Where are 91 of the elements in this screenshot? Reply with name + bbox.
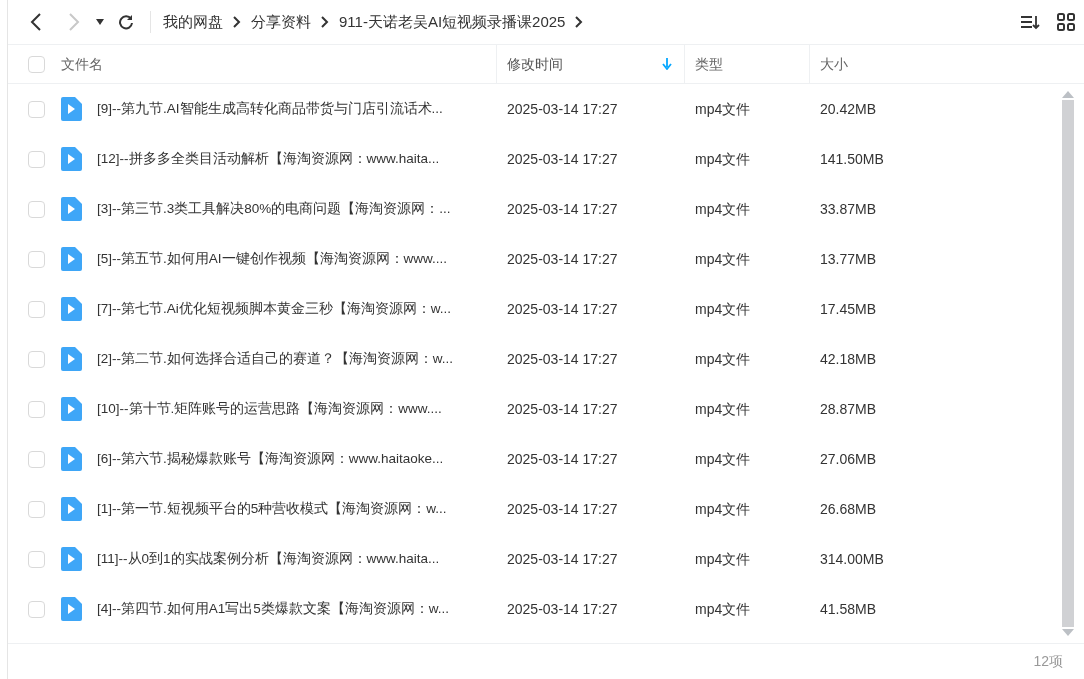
breadcrumb-link[interactable]: 911-天诺老吴AI短视频录播课2025	[339, 10, 566, 34]
column-label: 文件名	[61, 54, 103, 74]
modified-time: 2025-03-14 17:27	[507, 250, 618, 267]
column-label: 类型	[695, 54, 723, 74]
file-name[interactable]: [5]--第五节.如何用AI一键创作视频【海淘资源网：www....	[97, 248, 447, 270]
file-size: 141.50MB	[820, 150, 884, 167]
file-type: mp4文件	[695, 150, 751, 167]
scroll-down-arrow-icon[interactable]	[1062, 629, 1074, 637]
breadcrumb-link[interactable]: 分享资料	[251, 10, 311, 34]
sort-arrow-icon[interactable]	[662, 58, 672, 70]
file-size: 17.45MB	[820, 300, 877, 317]
file-type: mp4文件	[695, 250, 751, 267]
column-header[interactable]: 类型	[695, 52, 797, 76]
file-name[interactable]: [10]--第十节.矩阵账号的运营思路【海淘资源网：www....	[97, 398, 442, 420]
file-name[interactable]: [12]--拼多多全类目活动解析【海淘资源网：www.haita...	[97, 148, 440, 170]
modified-time: 2025-03-14 17:27	[507, 100, 618, 117]
column-header[interactable]: 大小	[820, 52, 910, 76]
chevron-right-icon[interactable]	[68, 12, 80, 32]
file-type: mp4文件	[695, 350, 751, 367]
checkbox[interactable]	[28, 150, 45, 168]
video-file-icon	[60, 147, 82, 171]
file-type: mp4文件	[695, 300, 751, 317]
file-type: mp4文件	[695, 450, 751, 467]
video-file-icon	[60, 97, 82, 121]
checkbox[interactable]	[28, 250, 45, 268]
video-file-icon	[60, 347, 82, 371]
column-header[interactable]: 修改时间	[507, 52, 672, 76]
video-file-icon	[60, 297, 82, 321]
file-name[interactable]: [9]--第九节.AI智能生成高转化商品带货与门店引流话术...	[97, 98, 443, 120]
file-size: 13.77MB	[820, 250, 877, 267]
modified-time: 2025-03-14 17:27	[507, 400, 618, 417]
scrollbar[interactable]	[1061, 90, 1075, 637]
modified-time: 2025-03-14 17:27	[507, 350, 618, 367]
file-name[interactable]: [4]--第四节.如何用A1写出5类爆款文案【海淘资源网：w...	[97, 598, 450, 620]
checkbox[interactable]	[28, 300, 45, 318]
column-label: 修改时间	[507, 54, 563, 74]
video-file-icon	[60, 597, 82, 621]
modified-time: 2025-03-14 17:27	[507, 150, 618, 167]
checkbox[interactable]	[28, 200, 45, 218]
file-type: mp4文件	[695, 100, 751, 117]
file-size: 42.18MB	[820, 350, 877, 367]
chevron-icon	[575, 16, 584, 28]
grid-view-icon[interactable]	[1055, 11, 1077, 33]
checkbox[interactable]	[28, 500, 45, 518]
file-type: mp4文件	[695, 400, 751, 417]
file-size: 26.68MB	[820, 500, 877, 517]
modified-time: 2025-03-14 17:27	[507, 600, 618, 617]
modified-time: 2025-03-14 17:27	[507, 450, 618, 467]
file-type: mp4文件	[695, 500, 751, 517]
checkbox[interactable]	[28, 55, 45, 73]
file-name[interactable]: [7]--第七节.Ai优化短视频脚本黄金三秒【海淘资源网：w...	[97, 298, 451, 320]
chevron-icon	[321, 16, 329, 28]
video-file-icon	[60, 197, 82, 221]
video-file-icon	[60, 447, 82, 471]
video-file-icon	[60, 547, 82, 571]
chevron-icon	[233, 16, 241, 28]
file-type: mp4文件	[695, 550, 751, 567]
caret-down-icon[interactable]	[96, 19, 104, 25]
item-count: 12项	[1033, 652, 1063, 671]
file-name[interactable]: [1]--第一节.短视频平台的5种营收模式【海淘资源网：w...	[97, 498, 447, 520]
file-size: 20.42MB	[820, 100, 877, 117]
breadcrumb-link[interactable]: 我的网盘	[163, 10, 223, 34]
checkbox[interactable]	[28, 550, 45, 568]
modified-time: 2025-03-14 17:27	[507, 500, 618, 517]
refresh-button[interactable]	[116, 12, 136, 32]
checkbox[interactable]	[28, 100, 45, 118]
video-file-icon	[60, 247, 82, 271]
scroll-up-arrow-icon[interactable]	[1062, 90, 1074, 98]
checkbox[interactable]	[28, 450, 45, 468]
chevron-left-icon[interactable]	[30, 12, 42, 32]
file-type: mp4文件	[695, 200, 751, 217]
column-label: 大小	[820, 54, 848, 74]
file-name[interactable]: [6]--第六节.揭秘爆款账号【海淘资源网：www.haitaoke...	[97, 448, 444, 470]
file-size: 28.87MB	[820, 400, 877, 417]
file-size: 33.87MB	[820, 200, 877, 217]
file-size: 314.00MB	[820, 550, 884, 567]
file-name[interactable]: [11]--从0到1的实战案例分析【海淘资源网：www.haita...	[97, 548, 440, 570]
modified-time: 2025-03-14 17:27	[507, 550, 618, 567]
modified-time: 2025-03-14 17:27	[507, 300, 618, 317]
column-header[interactable]: 文件名	[61, 52, 496, 76]
checkbox[interactable]	[28, 400, 45, 418]
file-name[interactable]: [2]--第二节.如何选择合适自己的赛道？【海淘资源网：w...	[97, 348, 453, 370]
checkbox[interactable]	[28, 350, 45, 368]
file-type: mp4文件	[695, 600, 751, 617]
video-file-icon	[60, 497, 82, 521]
file-size: 41.58MB	[820, 600, 877, 617]
modified-time: 2025-03-14 17:27	[507, 200, 618, 217]
file-name[interactable]: [3]--第三节.3类工具解决80%的电商问题【海淘资源网：...	[97, 198, 451, 220]
checkbox[interactable]	[28, 600, 45, 618]
file-size: 27.06MB	[820, 450, 877, 467]
video-file-icon	[60, 397, 82, 421]
